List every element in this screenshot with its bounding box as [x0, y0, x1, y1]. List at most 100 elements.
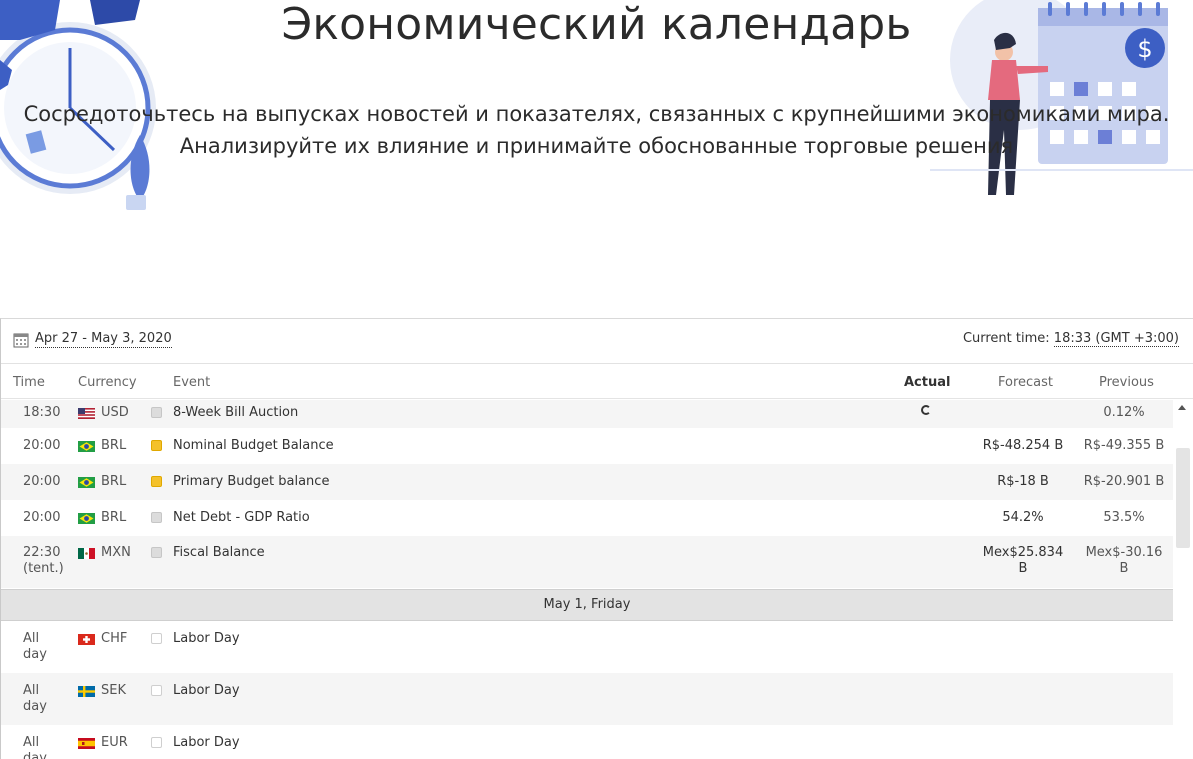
column-header-currency: Currency — [78, 375, 137, 390]
currency-cell: SEK — [78, 683, 126, 699]
event-name[interactable]: Primary Budget balance — [173, 474, 329, 490]
timezone-selector[interactable]: 18:33 (GMT +3:00) — [1053, 331, 1179, 347]
currency-cell: MXN — [78, 545, 131, 561]
table-row[interactable]: 20:00 BRL Primary Budget balance R$-18 B… — [1, 464, 1173, 500]
table-row[interactable]: All day SEK Labor Day — [1, 673, 1173, 725]
table-row[interactable]: All day CHF Labor Day — [1, 621, 1173, 673]
event-time-line1: All — [23, 735, 40, 750]
column-header-time: Time — [13, 375, 45, 390]
currency-code: SEK — [101, 683, 126, 698]
column-header-event: Event — [173, 375, 211, 390]
event-name[interactable]: Labor Day — [173, 683, 240, 699]
event-name[interactable]: Labor Day — [173, 631, 240, 647]
table-row[interactable]: 22:30 (tent.) MXN Fiscal Balance Mex$25.… — [1, 536, 1173, 588]
column-header-previous: Previous — [1099, 375, 1154, 390]
importance-indicator — [151, 633, 162, 644]
previous-value-line1: Mex$-30.16 — [1085, 545, 1163, 560]
hero-banner: $ Экономический календарь Сосредоточьтес… — [0, 0, 1193, 318]
table-row[interactable]: 20:00 BRL Nominal Budget Balance R$-48.2… — [1, 428, 1173, 464]
events-table-body: 18:30 USD 8-Week Bill Auction 0.12% 20:0… — [1, 400, 1173, 759]
se-flag-icon — [78, 685, 95, 697]
currency-code: USD — [101, 405, 129, 420]
hero-subtitle-line1: Сосредоточьтесь на выпусках новостей и п… — [23, 102, 1170, 126]
event-time-line2: (tent.) — [23, 561, 64, 576]
br-flag-icon — [78, 440, 95, 452]
event-time-line2: day — [23, 699, 47, 714]
forecast-value-line2: B — [1018, 561, 1028, 576]
event-time-line2: day — [23, 751, 47, 759]
current-time: Current time: 18:33 (GMT +3:00) — [963, 331, 1179, 347]
event-time: 20:00 — [23, 438, 61, 453]
vertical-scrollbar[interactable] — [1173, 400, 1193, 759]
previous-value: 53.5% — [1103, 510, 1145, 525]
scroll-up-arrow-icon[interactable] — [1178, 405, 1186, 410]
page-title: Экономический календарь — [281, 0, 912, 50]
event-name[interactable]: Net Debt - GDP Ratio — [173, 510, 310, 526]
previous-value: 0.12% — [1103, 405, 1145, 420]
previous-value: R$-49.355 B — [1083, 438, 1165, 453]
es-flag-icon — [78, 737, 95, 749]
event-time-line2: day — [23, 647, 47, 662]
currency-code: BRL — [101, 438, 127, 453]
forecast-value-line1: Mex$25.834 — [982, 545, 1064, 560]
br-flag-icon — [78, 512, 95, 524]
event-time: 18:30 — [23, 405, 61, 420]
importance-indicator — [151, 440, 162, 451]
table-row[interactable]: 18:30 USD 8-Week Bill Auction 0.12% — [1, 400, 1173, 428]
previous-value: Mex$-30.16 B — [1076, 545, 1172, 577]
date-range-picker[interactable]: Apr 27 - May 3, 2020 — [13, 331, 172, 348]
currency-code: BRL — [101, 510, 127, 525]
currency-cell: EUR — [78, 735, 128, 751]
column-header-forecast: Forecast — [998, 375, 1054, 390]
event-time: 20:00 — [23, 510, 61, 525]
importance-indicator — [151, 407, 162, 418]
event-time-line1: All — [23, 683, 40, 698]
event-name[interactable]: Labor Day — [173, 735, 240, 751]
currency-code: CHF — [101, 631, 128, 646]
currency-code: BRL — [101, 474, 127, 489]
currency-code: MXN — [101, 545, 131, 560]
currency-code: EUR — [101, 735, 128, 750]
event-time: 22:30 (tent.) — [23, 545, 73, 577]
currency-cell: BRL — [78, 438, 126, 454]
economic-calendar-widget: Apr 27 - May 3, 2020 Current time: 18:33… — [0, 318, 1193, 759]
importance-indicator — [151, 512, 162, 523]
actual-value — [901, 404, 951, 420]
currency-cell: BRL — [78, 510, 126, 526]
event-name[interactable]: Nominal Budget Balance — [173, 438, 334, 454]
column-header-actual: Actual — [904, 375, 951, 390]
br-flag-icon — [78, 476, 95, 488]
event-time: All day — [23, 683, 73, 715]
table-header: Time Currency Event Actual Forecast Prev… — [1, 365, 1193, 399]
forecast-value: 54.2% — [1002, 510, 1044, 525]
date-range-label[interactable]: Apr 27 - May 3, 2020 — [35, 331, 172, 348]
event-time-line1: 22:30 — [23, 545, 61, 560]
importance-indicator — [151, 547, 162, 558]
current-time-label: Current time: — [962, 331, 1050, 346]
event-time: All day — [23, 735, 73, 759]
day-header: May 1, Friday — [1, 589, 1173, 621]
event-time: All day — [23, 631, 73, 663]
forecast-value: Mex$25.834 B — [973, 545, 1073, 577]
table-row[interactable]: All day EUR Labor Day — [1, 725, 1173, 759]
forecast-value: R$-18 B — [997, 474, 1049, 489]
loading-spinner-icon — [921, 405, 931, 415]
table-row[interactable]: 20:00 BRL Net Debt - GDP Ratio 54.2% 53.… — [1, 500, 1173, 536]
currency-cell: BRL — [78, 474, 126, 490]
previous-value-line2: B — [1119, 561, 1129, 576]
calendar-icon — [13, 333, 29, 347]
scrollbar-thumb[interactable] — [1176, 448, 1190, 548]
event-time-line1: All — [23, 631, 40, 646]
event-time: 20:00 — [23, 474, 61, 489]
previous-value: R$-20.901 B — [1083, 474, 1165, 489]
event-name[interactable]: Fiscal Balance — [173, 545, 265, 561]
mx-flag-icon — [78, 547, 95, 559]
ch-flag-icon — [78, 633, 95, 645]
importance-indicator — [151, 737, 162, 748]
importance-indicator — [151, 685, 162, 696]
hero-subtitle-line2: Анализируйте их влияние и принимайте обо… — [179, 134, 1014, 158]
forecast-value: R$-48.254 B — [982, 438, 1064, 453]
event-name[interactable]: 8-Week Bill Auction — [173, 405, 298, 421]
currency-cell: CHF — [78, 631, 127, 647]
importance-indicator — [151, 476, 162, 487]
